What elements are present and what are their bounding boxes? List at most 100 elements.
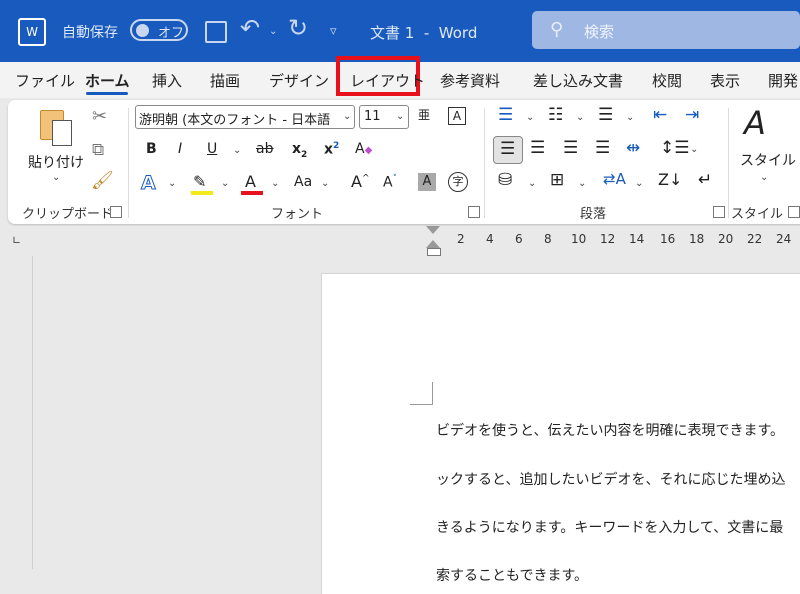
tab-file[interactable]: ファイル xyxy=(15,70,75,91)
tab-selector-icon[interactable]: ∟ xyxy=(12,234,21,247)
search-icon: ⚲ xyxy=(550,19,564,40)
decrease-indent-icon[interactable]: ⇤ xyxy=(653,105,667,125)
vertical-ruler[interactable] xyxy=(0,256,33,569)
align-left-button[interactable]: ☰ xyxy=(493,136,523,164)
paste-dropdown-icon[interactable]: ⌄ xyxy=(52,172,60,183)
copy-icon[interactable]: ⧉ xyxy=(92,140,104,160)
redo-icon[interactable]: ↻ xyxy=(288,14,308,42)
enclose-characters-icon[interactable]: 字 xyxy=(448,172,468,192)
numbering-icon[interactable]: ☷ xyxy=(548,105,563,125)
highlight-dropdown-icon[interactable]: ⌄ xyxy=(221,178,229,189)
font-color-icon[interactable]: A xyxy=(245,172,256,191)
paste-button[interactable]: 貼り付け xyxy=(28,152,84,172)
tab-draw[interactable]: 描画 xyxy=(210,70,240,91)
font-name-dropdown-icon[interactable]: ⌄ xyxy=(343,111,351,122)
grow-font-icon[interactable]: A^ xyxy=(351,172,370,191)
highlight-color-icon[interactable]: ✎ xyxy=(193,172,206,191)
tab-developer[interactable]: 開発 xyxy=(768,70,798,91)
styles-icon[interactable]: A xyxy=(744,104,766,142)
subscript-icon[interactable]: x2 xyxy=(292,141,307,160)
change-case-icon[interactable]: Aa xyxy=(294,174,312,190)
tab-layout[interactable]: レイアウト xyxy=(350,70,425,91)
clear-formatting-icon[interactable]: A◆ xyxy=(355,141,372,157)
tab-design[interactable]: デザイン xyxy=(269,70,329,91)
bullets-dropdown-icon[interactable]: ⌄ xyxy=(526,112,534,123)
line-spacing-icon[interactable]: ↕☰ xyxy=(660,138,689,158)
separator xyxy=(128,108,129,218)
undo-dropdown-icon[interactable]: ⌄ xyxy=(269,26,277,37)
line-spacing-dropdown-icon[interactable]: ⌄ xyxy=(690,144,698,155)
phonetic-guide-icon[interactable]: 亜 xyxy=(418,106,430,123)
ruler-number: 6 xyxy=(515,232,523,246)
tab-mailings[interactable]: 差し込み文書 xyxy=(533,70,623,91)
font-group-label: フォント xyxy=(271,207,324,222)
tab-home-underline xyxy=(86,92,128,95)
font-size-select[interactable]: 11 ⌄ xyxy=(359,105,409,129)
styles-dropdown-icon[interactable]: ⌄ xyxy=(760,172,768,183)
strikethrough-icon[interactable]: ab xyxy=(256,141,273,157)
text-effects-dropdown-icon[interactable]: ⌄ xyxy=(168,178,176,189)
format-painter-icon[interactable]: 🖌 xyxy=(91,170,114,191)
tab-insert[interactable]: 挿入 xyxy=(152,70,182,91)
font-name-select[interactable]: 游明朝 (本文のフォント - 日本語 xyxy=(135,105,355,129)
cut-icon[interactable]: ✂ xyxy=(92,106,107,127)
ruler-number: 24 xyxy=(776,232,792,246)
align-center-icon[interactable]: ☰ xyxy=(530,138,545,158)
text-effects-icon[interactable]: A xyxy=(141,172,157,195)
styles-button[interactable]: スタイル xyxy=(740,150,796,170)
paragraph-launcher-icon[interactable] xyxy=(713,206,725,218)
numbering-dropdown-icon[interactable]: ⌄ xyxy=(576,112,584,123)
distributed-icon[interactable]: ⇹ xyxy=(626,138,640,158)
tab-review[interactable]: 校閲 xyxy=(652,70,682,91)
clipboard-launcher-icon[interactable] xyxy=(110,206,122,218)
tab-view[interactable]: 表示 xyxy=(710,70,740,91)
word-logo-icon[interactable]: W xyxy=(18,18,46,46)
align-right-icon[interactable]: ☰ xyxy=(563,138,578,158)
autosave-toggle[interactable]: オフ xyxy=(130,19,188,41)
character-border-icon[interactable]: A xyxy=(448,107,466,125)
shrink-font-icon[interactable]: A˅ xyxy=(383,174,397,191)
tab-home[interactable]: ホーム xyxy=(85,70,130,91)
underline-icon[interactable]: U xyxy=(207,141,217,157)
shading-dropdown-icon[interactable]: ⌄ xyxy=(528,178,536,189)
toggle-knob xyxy=(136,24,149,37)
search-box[interactable]: ⚲ 検索 xyxy=(532,11,800,49)
customize-qat-icon[interactable]: ▿ xyxy=(330,24,337,39)
tab-references[interactable]: 参考資料 xyxy=(440,70,500,91)
save-icon[interactable] xyxy=(205,21,227,43)
italic-icon[interactable]: I xyxy=(178,141,182,157)
clipboard-group-label: クリップボード xyxy=(22,207,114,222)
multilevel-list-icon[interactable]: ☰ xyxy=(598,105,613,125)
text-direction-icon[interactable]: ⇄A xyxy=(603,170,626,188)
font-launcher-icon[interactable] xyxy=(468,206,480,218)
shading-icon[interactable]: ⛁ xyxy=(498,170,512,190)
document-line: 索することもできます。 xyxy=(436,568,589,584)
change-case-dropdown-icon[interactable]: ⌄ xyxy=(321,178,329,189)
ruler-number: 16 xyxy=(660,232,676,246)
ruler-number: 22 xyxy=(747,232,763,246)
bullets-icon[interactable]: ☰ xyxy=(498,105,513,125)
styles-launcher-icon[interactable] xyxy=(788,206,800,218)
bold-icon[interactable]: B xyxy=(146,141,157,157)
document-line: ビデオを使うと、伝えたい内容を明確に表現できます。 xyxy=(436,423,785,439)
borders-icon[interactable]: ⊞ xyxy=(550,170,564,190)
sort-icon[interactable]: Z↓ xyxy=(658,170,682,189)
separator xyxy=(728,108,729,218)
text-direction-dropdown-icon[interactable]: ⌄ xyxy=(635,178,643,189)
document-page[interactable]: ビデオを使うと、伝えたい内容を明確に表現できます。 ックすると、追加したいビデオ… xyxy=(321,273,800,594)
ruler-number: 4 xyxy=(486,232,494,246)
font-color-dropdown-icon[interactable]: ⌄ xyxy=(271,178,279,189)
borders-dropdown-icon[interactable]: ⌄ xyxy=(578,178,586,189)
justify-icon[interactable]: ☰ xyxy=(595,138,610,158)
increase-indent-icon[interactable]: ⇥ xyxy=(685,105,699,125)
indent-marker-icon[interactable] xyxy=(426,226,441,256)
underline-dropdown-icon[interactable]: ⌄ xyxy=(233,145,241,156)
styles-group-label: スタイル xyxy=(731,207,784,222)
superscript-icon[interactable]: x2 xyxy=(324,141,339,158)
character-shading-icon[interactable]: A xyxy=(418,173,436,191)
show-marks-icon[interactable]: ↵ xyxy=(698,170,712,190)
ribbon-tabs: ファイル ホーム 挿入 描画 デザイン レイアウト 参考資料 差し込み文書 校閲… xyxy=(0,56,800,98)
horizontal-ruler[interactable]: ∟ 2 4 6 8 10 12 14 16 18 20 22 24 xyxy=(0,226,800,257)
undo-icon[interactable]: ↶ xyxy=(240,14,260,42)
multilevel-dropdown-icon[interactable]: ⌄ xyxy=(626,112,634,123)
